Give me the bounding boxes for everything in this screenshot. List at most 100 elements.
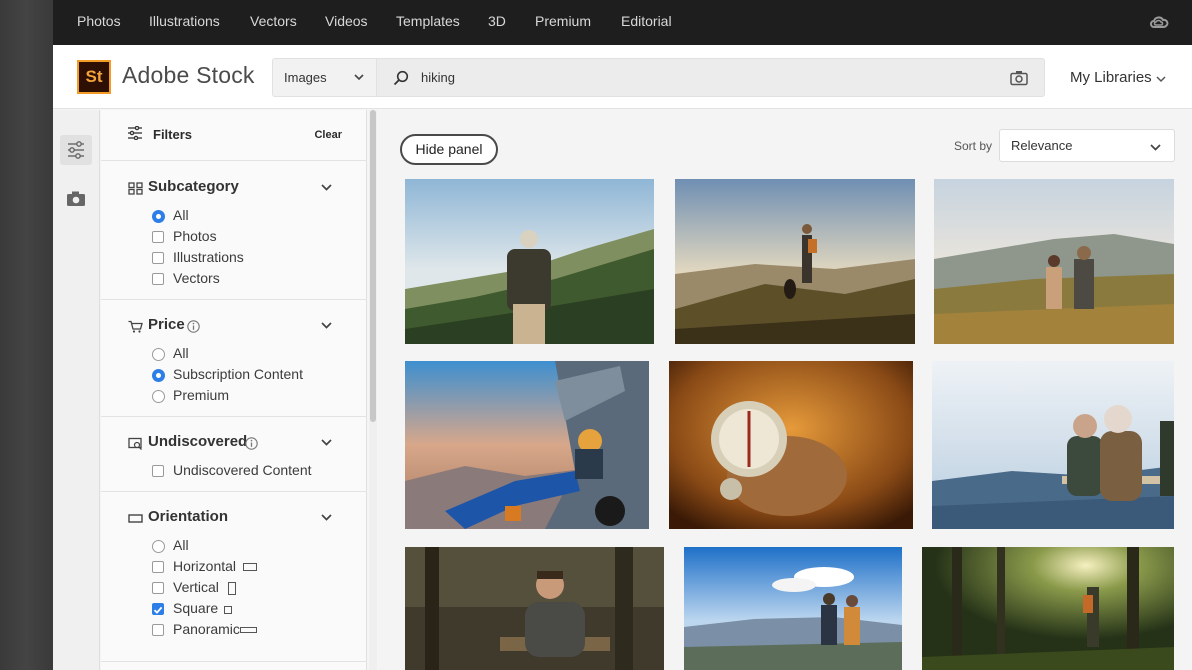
result-image-forest-sun[interactable]	[922, 547, 1174, 670]
checkbox[interactable]	[152, 252, 164, 264]
left-rail	[53, 110, 100, 670]
vertical-shape-icon	[228, 582, 236, 595]
panoramic-shape-icon	[240, 627, 257, 633]
sort-dropdown[interactable]: Relevance	[999, 129, 1175, 162]
option-label: Illustrations	[173, 249, 244, 265]
nav-vectors[interactable]: Vectors	[250, 13, 297, 29]
chevron-down-icon	[1150, 144, 1161, 151]
my-libraries-button[interactable]: My Libraries	[1070, 69, 1152, 86]
option-label: All	[173, 345, 189, 361]
checkbox[interactable]	[152, 273, 164, 285]
search-input[interactable]: hiking	[376, 58, 1045, 97]
subcategory-title[interactable]: Subcategory	[148, 178, 239, 195]
photo-woman-car	[405, 361, 649, 529]
price-option-all[interactable]: All	[152, 344, 352, 362]
radio-button[interactable]	[152, 540, 165, 553]
checkbox[interactable]	[152, 624, 164, 636]
result-image-couple-winter[interactable]	[932, 361, 1174, 529]
checkbox[interactable]	[152, 465, 164, 477]
adobe-stock-app: Photos Illustrations Vectors Videos Temp…	[53, 0, 1192, 670]
photo-compass	[669, 361, 913, 529]
cart-icon	[128, 320, 143, 333]
result-image-couple-autumn[interactable]	[934, 179, 1174, 344]
grid-icon	[128, 182, 143, 195]
clear-filters-button[interactable]: Clear	[314, 129, 342, 141]
subcategory-option-illustrations[interactable]: Illustrations	[152, 248, 352, 266]
camera-search-icon[interactable]	[1010, 70, 1028, 86]
nav-3d[interactable]: 3D	[488, 13, 506, 29]
result-image-two-hikers[interactable]	[684, 547, 902, 670]
nav-illustrations[interactable]: Illustrations	[149, 13, 220, 29]
scrollbar-thumb[interactable]	[370, 110, 376, 422]
nav-photos[interactable]: Photos	[77, 13, 121, 29]
orientation-option-horizontal[interactable]: Horizontal	[152, 557, 352, 575]
chevron-down-icon	[354, 74, 364, 81]
search-query: hiking	[421, 70, 455, 85]
undiscovered-title[interactable]: Undiscovered	[148, 433, 247, 450]
option-label: Undiscovered Content	[173, 462, 312, 478]
subcategory-option-vectors[interactable]: Vectors	[152, 269, 352, 287]
orientation-option-all[interactable]: All	[152, 536, 352, 554]
undiscovered-section: Undiscovered Undiscovered Content	[101, 417, 367, 492]
adobe-stock-logo[interactable]: St	[77, 60, 111, 94]
filter-panel: Filters Clear Subcategory All Photos Ill…	[101, 110, 367, 670]
chevron-down-icon[interactable]	[1156, 75, 1166, 83]
brand-name[interactable]: Adobe Stock	[122, 62, 255, 89]
sort-by-label: Sort by	[954, 139, 993, 153]
price-option-subscription[interactable]: Subscription Content	[152, 365, 352, 383]
nav-templates[interactable]: Templates	[396, 13, 460, 29]
undiscovered-option-content[interactable]: Undiscovered Content	[152, 461, 352, 479]
hide-panel-button[interactable]: Hide panel	[400, 134, 498, 165]
chevron-down-icon[interactable]	[321, 438, 332, 446]
subcategory-option-all[interactable]: All	[152, 206, 352, 224]
option-label: Horizontal	[173, 558, 237, 574]
checkbox[interactable]	[152, 231, 164, 243]
price-option-premium[interactable]: Premium	[152, 386, 352, 404]
result-image-compass[interactable]	[669, 361, 913, 529]
radio-button[interactable]	[152, 390, 165, 403]
checkbox-checked[interactable]	[152, 603, 164, 615]
orientation-title[interactable]: Orientation	[148, 508, 228, 525]
info-icon[interactable]	[187, 320, 200, 333]
camera-icon[interactable]	[66, 190, 86, 207]
checkbox[interactable]	[152, 582, 164, 594]
radio-button[interactable]	[152, 210, 165, 223]
chevron-down-icon[interactable]	[321, 183, 332, 191]
nav-premium[interactable]: Premium	[535, 13, 591, 29]
filter-panel-scrollbar[interactable]	[369, 110, 377, 670]
subcategory-option-photos[interactable]: Photos	[152, 227, 352, 245]
search-icon	[393, 70, 409, 86]
orientation-option-square[interactable]: Square	[152, 599, 352, 617]
creative-cloud-icon[interactable]	[1148, 12, 1170, 32]
radio-button[interactable]	[152, 348, 165, 361]
option-label: All	[173, 207, 189, 223]
result-image-hiker-backpack[interactable]	[405, 179, 654, 344]
photo-man-forest	[405, 547, 664, 670]
sliders-icon	[128, 126, 142, 140]
nav-videos[interactable]: Videos	[325, 13, 368, 29]
header: St Adobe Stock Images hiking My Librarie…	[53, 45, 1192, 109]
radio-button[interactable]	[152, 369, 165, 382]
top-navigation: Photos Illustrations Vectors Videos Temp…	[53, 0, 1192, 45]
option-label: Vectors	[173, 270, 220, 286]
result-image-man-forest[interactable]	[405, 547, 664, 670]
orientation-option-vertical[interactable]: Vertical	[152, 578, 352, 596]
chevron-down-icon[interactable]	[321, 321, 332, 329]
photo-hiker-backpack	[405, 179, 654, 344]
photo-two-hikers	[684, 547, 902, 670]
square-shape-icon	[224, 606, 232, 614]
filters-toggle-button[interactable]	[60, 135, 92, 165]
checkbox[interactable]	[152, 561, 164, 573]
checkmark-icon	[153, 606, 163, 614]
price-title[interactable]: Price	[148, 316, 185, 333]
search-image-icon	[128, 437, 142, 450]
result-image-woman-car[interactable]	[405, 361, 649, 529]
orientation-option-panoramic[interactable]: Panoramic	[152, 620, 352, 638]
result-image-woman-dog[interactable]	[675, 179, 915, 344]
sliders-icon	[68, 141, 84, 159]
option-label: Premium	[173, 387, 230, 403]
info-icon[interactable]	[245, 437, 258, 450]
chevron-down-icon[interactable]	[321, 513, 332, 521]
nav-editorial[interactable]: Editorial	[621, 13, 672, 29]
search-type-dropdown[interactable]: Images	[272, 58, 376, 97]
